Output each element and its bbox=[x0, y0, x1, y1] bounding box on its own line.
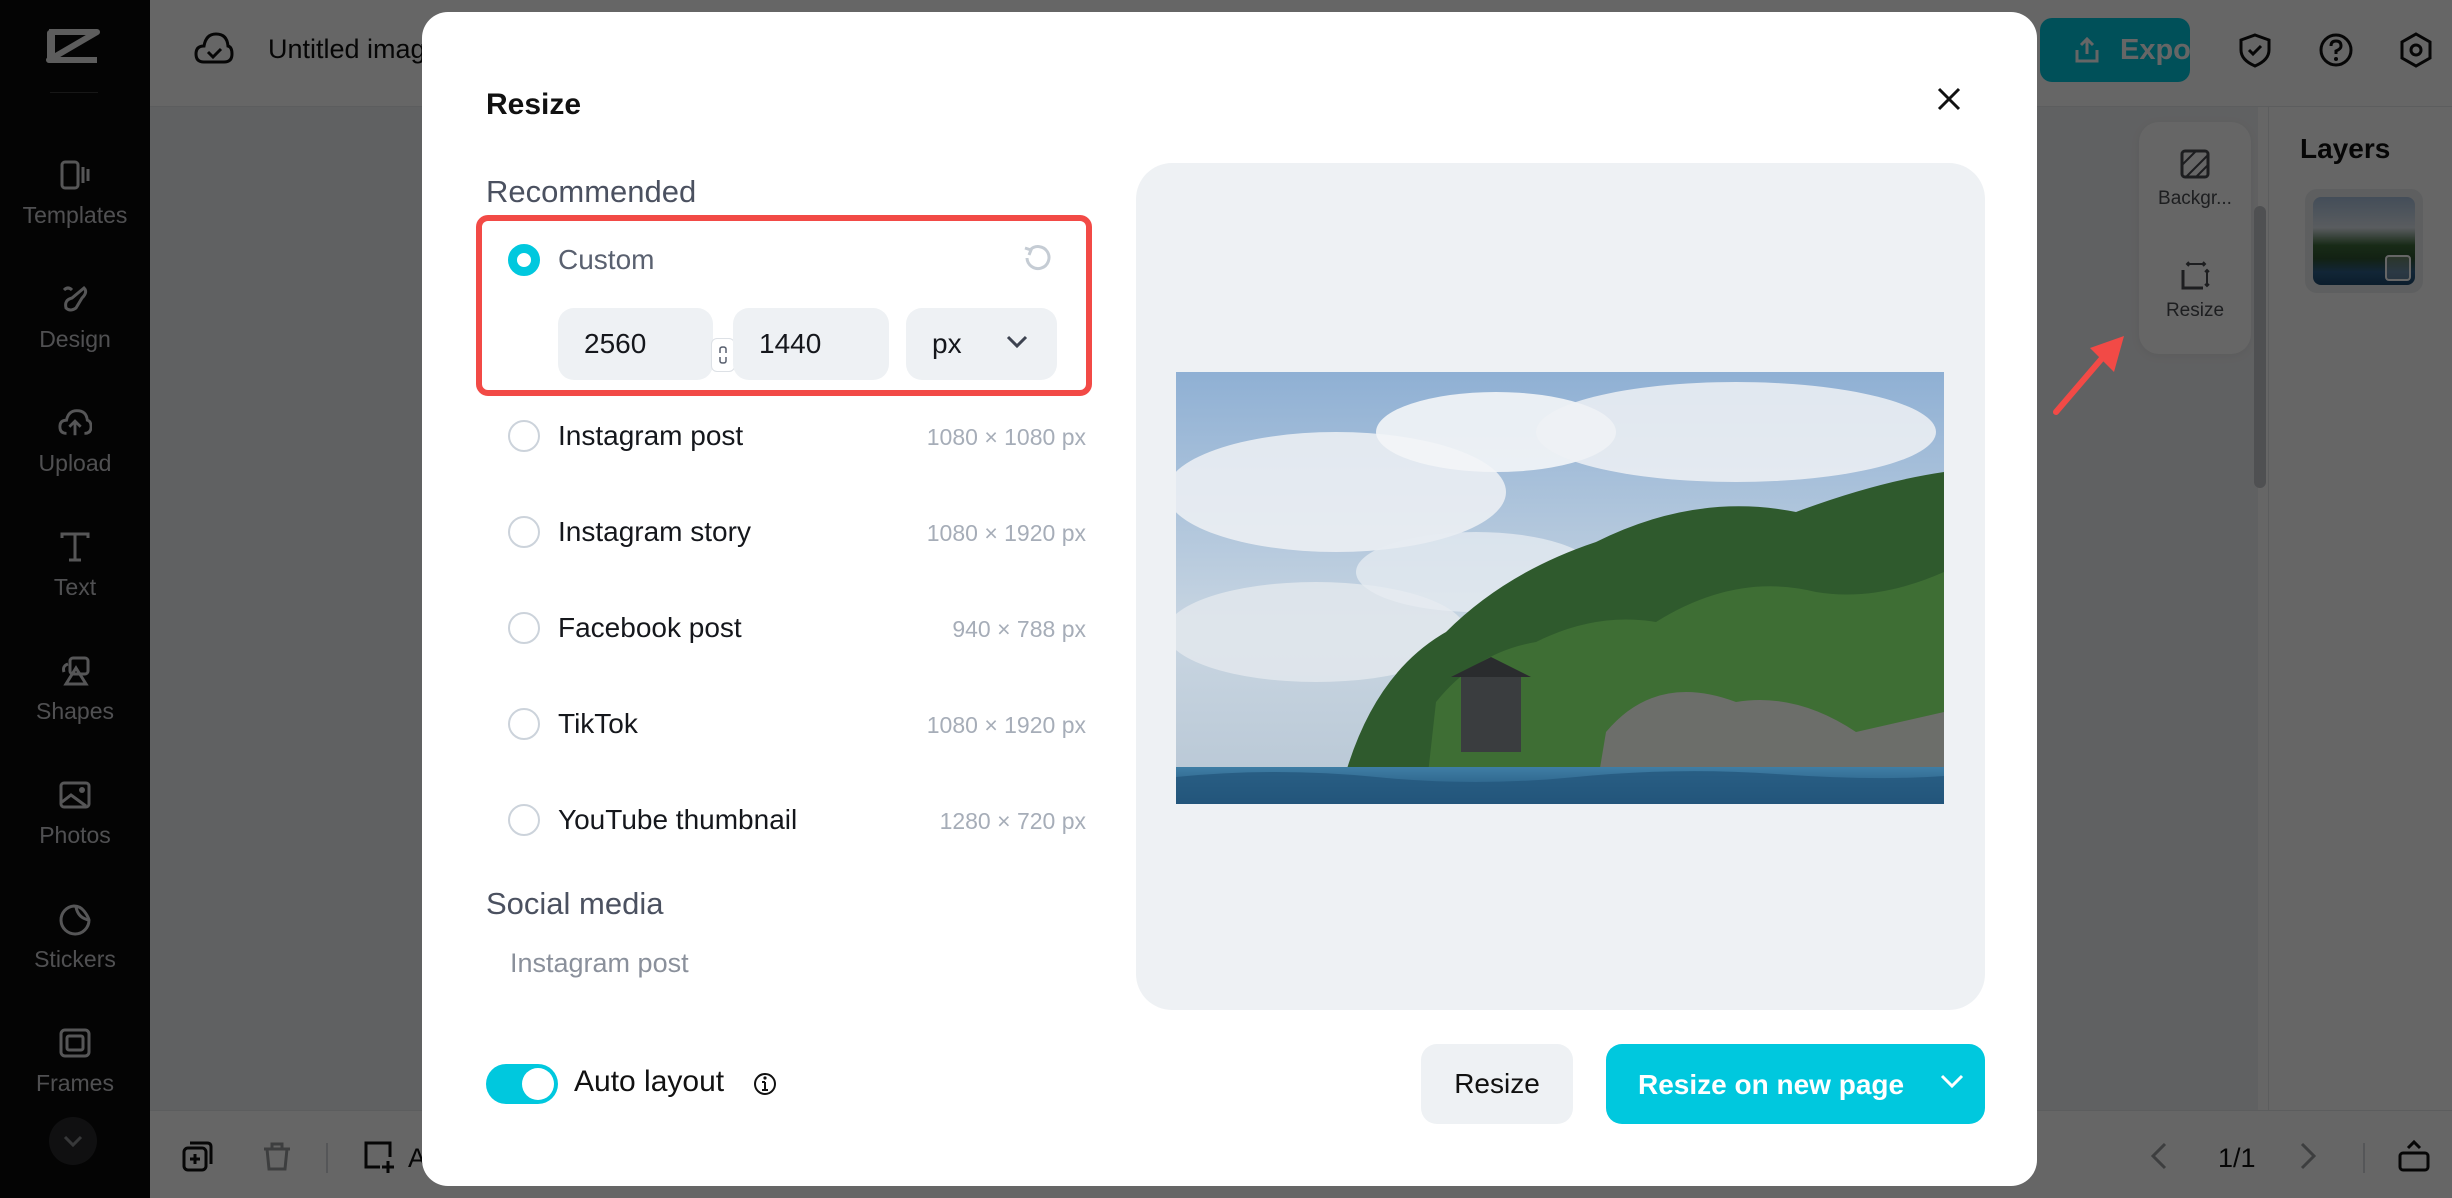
resize-preview bbox=[1136, 163, 1985, 1010]
preset-radio[interactable] bbox=[508, 612, 540, 644]
link-icon bbox=[719, 346, 727, 364]
preset-label: TikTok bbox=[558, 708, 638, 739]
reset-icon[interactable] bbox=[1022, 243, 1052, 273]
preset-label: Instagram story bbox=[558, 516, 751, 547]
close-button[interactable] bbox=[1928, 78, 1970, 120]
preset-radio[interactable] bbox=[508, 804, 540, 836]
preset-facebook-post[interactable]: Facebook post 940 × 788 px bbox=[486, 598, 1086, 658]
height-input[interactable] bbox=[733, 308, 889, 380]
preset-size: 940 × 788 px bbox=[952, 616, 1086, 642]
preset-size: 1080 × 1920 px bbox=[926, 520, 1086, 546]
preset-radio[interactable] bbox=[508, 516, 540, 548]
preset-size: 1080 × 1920 px bbox=[926, 712, 1086, 738]
preset-label: Instagram post bbox=[558, 420, 744, 451]
unit-select[interactable]: px bbox=[906, 308, 1057, 380]
preset-label: YouTube thumbnail bbox=[558, 804, 798, 835]
preset-tiktok[interactable]: TikTok 1080 × 1920 px bbox=[486, 694, 1086, 754]
dialog-title: Resize bbox=[486, 88, 582, 121]
preset-label: Facebook post bbox=[558, 612, 742, 643]
toggle-knob bbox=[522, 1068, 554, 1100]
custom-label[interactable]: Custom bbox=[558, 244, 654, 276]
chevron-down-icon[interactable] bbox=[1939, 1072, 1965, 1090]
social-media-label: Social media bbox=[486, 886, 664, 921]
resize-button[interactable]: Resize bbox=[1421, 1044, 1573, 1124]
unit-value: px bbox=[932, 328, 962, 359]
annotation-arrow-icon bbox=[2053, 336, 2124, 415]
preview-image bbox=[1176, 372, 1944, 804]
auto-layout-label: Auto layout bbox=[574, 1065, 725, 1098]
preset-size: 1080 × 1080 px bbox=[926, 424, 1086, 450]
aspect-lock-toggle[interactable] bbox=[711, 338, 735, 372]
auto-layout-toggle[interactable] bbox=[486, 1064, 558, 1104]
close-icon bbox=[1937, 87, 1961, 111]
preset-instagram-post[interactable]: Instagram post 1080 × 1080 px bbox=[486, 406, 1086, 466]
preset-youtube-thumbnail[interactable]: YouTube thumbnail 1280 × 720 px bbox=[486, 790, 1086, 850]
preset-radio[interactable] bbox=[508, 708, 540, 740]
social-media-item[interactable]: Instagram post bbox=[510, 948, 689, 979]
preset-size: 1280 × 720 px bbox=[939, 808, 1086, 834]
width-input[interactable] bbox=[558, 308, 713, 380]
preset-radio[interactable] bbox=[508, 420, 540, 452]
preset-instagram-story[interactable]: Instagram story 1080 × 1920 px bbox=[486, 502, 1086, 562]
info-icon[interactable] bbox=[752, 1071, 778, 1097]
resize-on-new-page-label: Resize on new page bbox=[1638, 1069, 1905, 1100]
resize-dialog: Resize Recommended Custom px Instagram p… bbox=[422, 12, 2037, 1186]
recommended-label: Recommended bbox=[486, 174, 697, 209]
resize-on-new-page-button[interactable]: Resize on new page bbox=[1606, 1044, 1985, 1124]
custom-radio[interactable] bbox=[508, 244, 540, 276]
chevron-down-icon bbox=[1006, 335, 1028, 349]
